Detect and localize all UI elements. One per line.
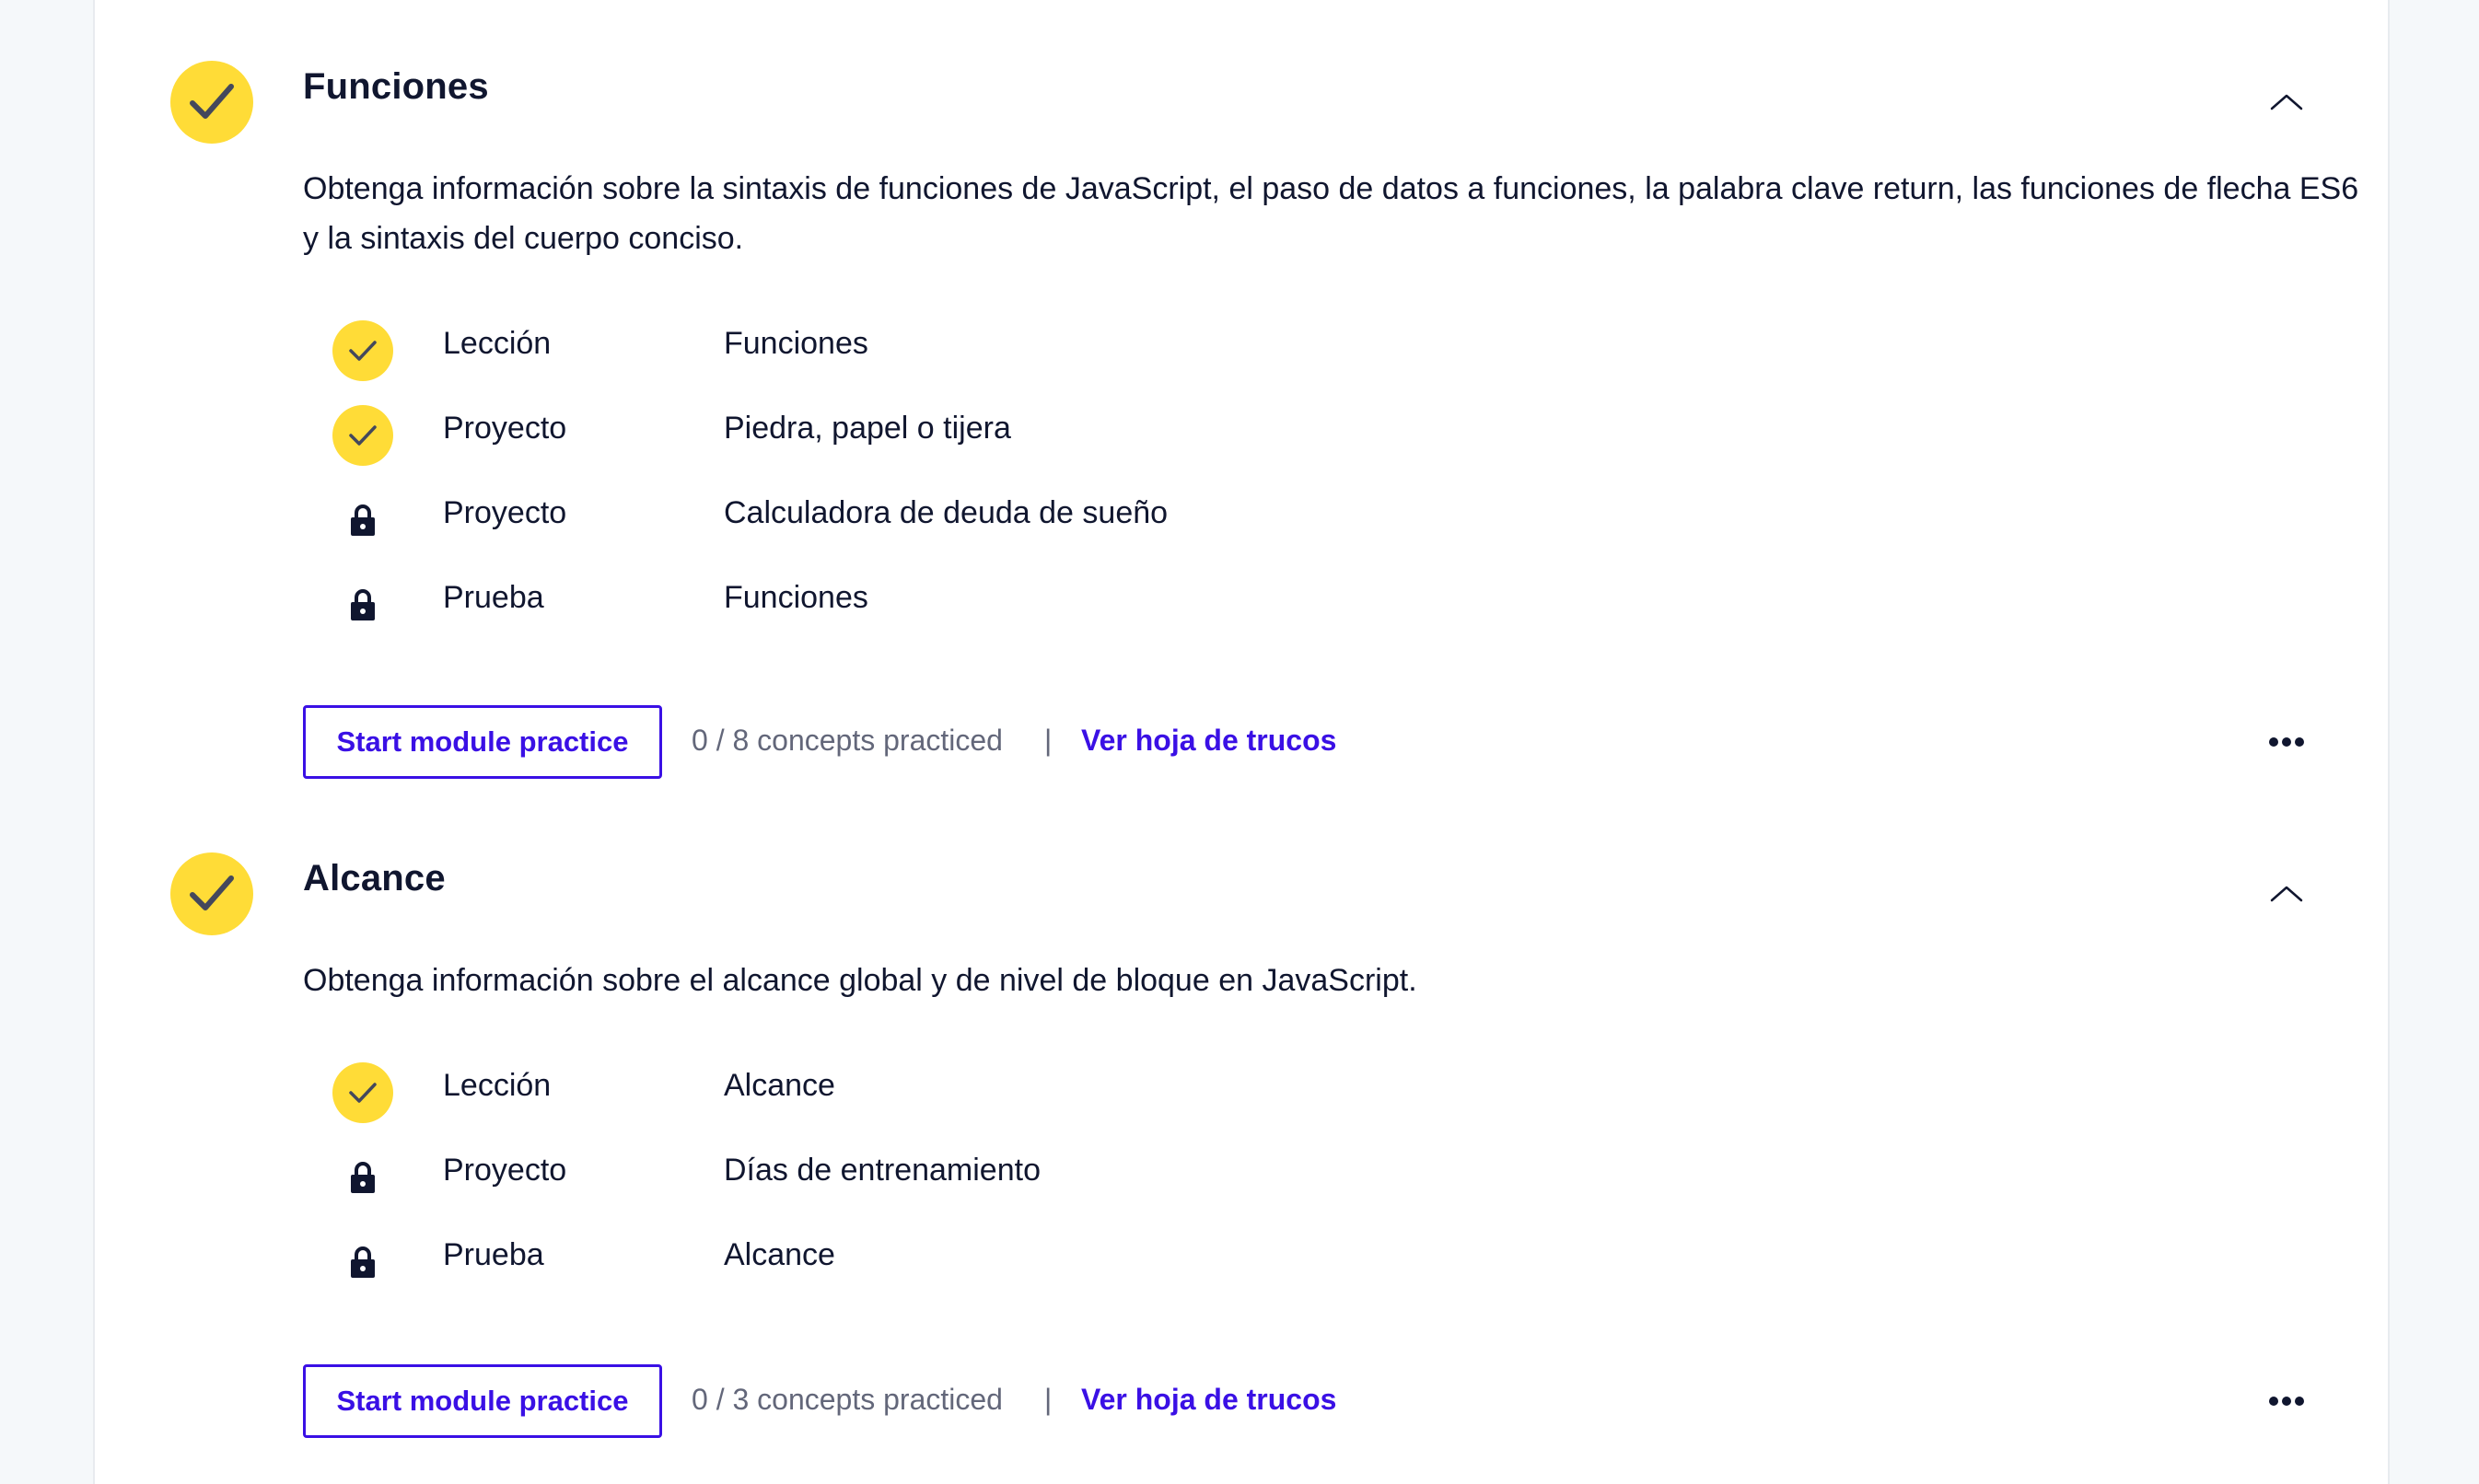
item-name[interactable]: Funciones (724, 580, 868, 616)
item-type: Proyecto (443, 411, 567, 446)
item-name[interactable]: Piedra, papel o tijera (724, 411, 1011, 446)
module-item[interactable]: Lección Alcance (95, 1055, 2388, 1129)
lock-icon (332, 574, 393, 635)
module-completed-check-icon (170, 61, 253, 144)
module-description: Obtenga información sobre la sintaxis de… (303, 171, 2359, 256)
more-options-icon[interactable] (2266, 1386, 2307, 1416)
item-type: Lección (443, 1068, 552, 1103)
module-item[interactable]: Prueba Funciones (95, 567, 2388, 641)
module-item[interactable]: Proyecto Días de entrenamiento (95, 1140, 2388, 1213)
lock-icon (332, 1147, 393, 1208)
check-icon (332, 320, 393, 381)
divider: | (1044, 1383, 1053, 1416)
module-footer: Start module practice 0 / 8 concepts pra… (95, 705, 2388, 779)
check-icon (332, 1062, 393, 1123)
module-item[interactable]: Prueba Alcance (95, 1224, 2388, 1298)
concepts-progress: 0 / 3 concepts practiced (692, 1383, 1003, 1416)
cheatsheet-link[interactable]: Ver hoja de trucos (1081, 1383, 1336, 1417)
lock-icon (332, 1232, 393, 1293)
collapse-chevron-up-icon[interactable] (2268, 880, 2305, 908)
item-name[interactable]: Alcance (724, 1068, 835, 1104)
module-footer: Start module practice 0 / 3 concepts pra… (95, 1364, 2388, 1438)
item-type: Prueba (443, 580, 544, 615)
start-module-practice-button[interactable]: Start module practice (303, 1364, 662, 1438)
item-name[interactable]: Calculadora de deuda de sueño (724, 495, 1168, 531)
item-type: Proyecto (443, 495, 567, 530)
more-options-icon[interactable] (2266, 727, 2307, 757)
module-title: Alcance (303, 858, 446, 899)
item-type: Prueba (443, 1237, 544, 1272)
cheatsheet-link[interactable]: Ver hoja de trucos (1081, 724, 1336, 758)
module-completed-check-icon (170, 852, 253, 935)
lock-icon (332, 490, 393, 551)
collapse-chevron-up-icon[interactable] (2268, 88, 2305, 116)
module-description: Obtenga información sobre el alcance glo… (303, 963, 1417, 998)
item-type: Proyecto (443, 1153, 567, 1188)
item-name[interactable]: Alcance (724, 1237, 835, 1273)
module-item[interactable]: Proyecto Piedra, papel o tijera (95, 398, 2388, 471)
item-type: Lección (443, 326, 552, 361)
item-name[interactable]: Días de entrenamiento (724, 1153, 1041, 1188)
concepts-progress: 0 / 8 concepts practiced (692, 724, 1003, 757)
module-item[interactable]: Lección Funciones (95, 313, 2388, 387)
syllabus-panel: Funciones Obtenga información sobre la s… (93, 0, 2390, 1484)
divider: | (1044, 724, 1053, 757)
module-title: Funciones (303, 66, 489, 107)
item-name[interactable]: Funciones (724, 326, 868, 362)
module-item[interactable]: Proyecto Calculadora de deuda de sueño (95, 482, 2388, 556)
start-module-practice-button[interactable]: Start module practice (303, 705, 662, 779)
check-icon (332, 405, 393, 466)
